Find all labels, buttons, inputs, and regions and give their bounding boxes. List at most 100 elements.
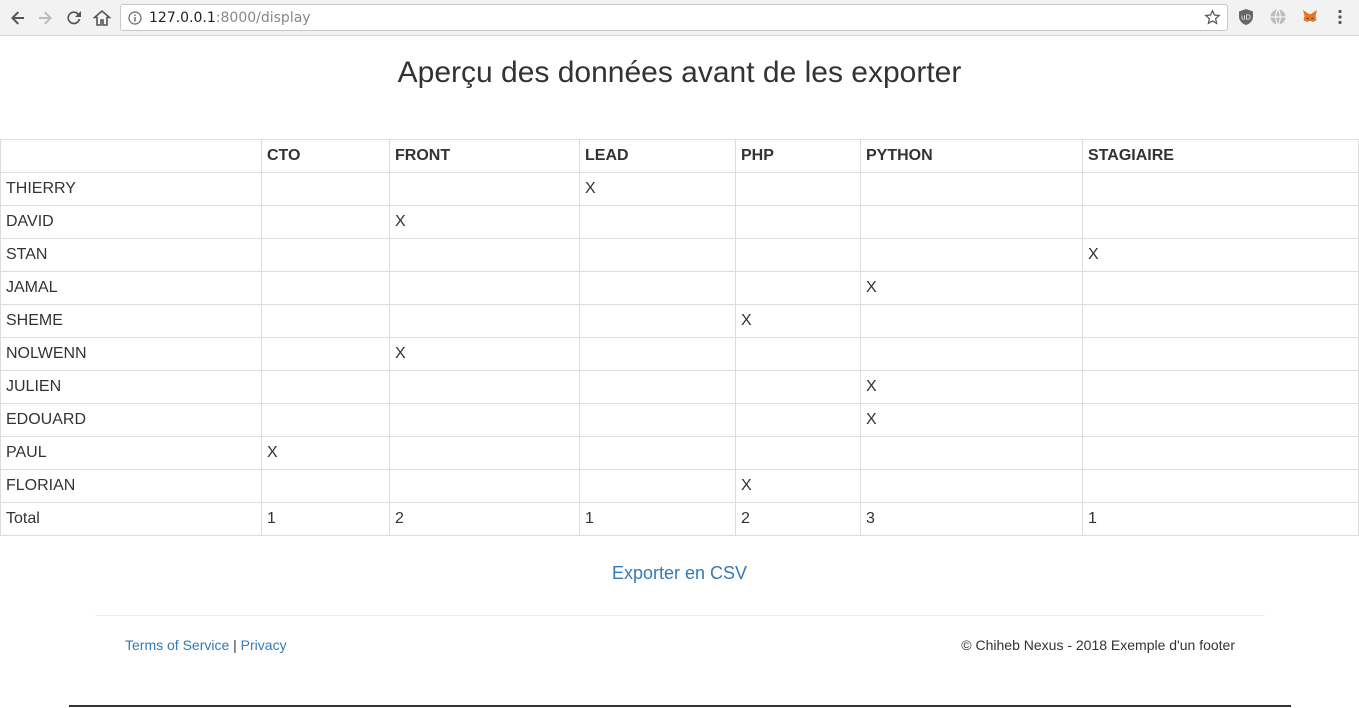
table-cell: X (735, 469, 861, 503)
footer-copyright: © Chiheb Nexus - 2018 Exemple d'un foote… (961, 637, 1235, 653)
table-row: SHEME X (0, 304, 1359, 338)
column-header-cto: CTO (261, 139, 390, 173)
table-cell: 2 (389, 502, 580, 536)
table-cell (735, 337, 861, 371)
table-cell: 2 (735, 502, 861, 536)
home-button[interactable] (88, 4, 116, 32)
data-table: CTO FRONT LEAD PHP PYTHON STAGIAIRE THIE… (0, 139, 1359, 536)
table-cell (261, 469, 390, 503)
table-cell: X (860, 271, 1083, 305)
table-cell (579, 337, 736, 371)
table-cell (389, 172, 580, 206)
forward-button[interactable] (31, 4, 59, 32)
export-csv-link[interactable]: Exporter en CSV (0, 563, 1359, 584)
url-path: :8000/display (215, 9, 311, 26)
table-cell (389, 271, 580, 305)
home-icon (93, 9, 111, 26)
table-cell: X (389, 205, 580, 239)
row-name-cell: THIERRY (0, 172, 262, 206)
column-header-stagiaire: STAGIAIRE (1082, 139, 1359, 173)
table-cell (735, 370, 861, 404)
table-cell (860, 238, 1083, 272)
ublock-extension-icon[interactable]: uD (1237, 8, 1255, 26)
table-cell (579, 304, 736, 338)
metamask-fox-icon[interactable] (1301, 8, 1319, 26)
table-cell (261, 337, 390, 371)
url-host: 127.0.0.1 (149, 9, 216, 26)
table-cell (860, 337, 1083, 371)
row-name-cell: NOLWENN (0, 337, 262, 371)
column-header-lead: LEAD (579, 139, 736, 173)
table-cell: X (579, 172, 736, 206)
table-cell (1082, 337, 1359, 371)
browser-toolbar: 127.0.0.1:8000/display uD (0, 0, 1359, 36)
back-arrow-icon (11, 11, 24, 25)
terms-of-service-link[interactable]: Terms of Service (125, 637, 229, 653)
table-cell (860, 172, 1083, 206)
column-header-front: FRONT (389, 139, 580, 173)
table-cell (1082, 205, 1359, 239)
table-cell (389, 403, 580, 437)
total-row: Total 1 2 1 2 3 1 (0, 502, 1359, 536)
table-cell (860, 304, 1083, 338)
table-cell (389, 304, 580, 338)
table-cell (1082, 370, 1359, 404)
table-row: JAMAL X (0, 271, 1359, 305)
table-cell (860, 469, 1083, 503)
table-cell (389, 370, 580, 404)
table-cell (735, 403, 861, 437)
table-cell (579, 238, 736, 272)
table-row: EDOUARD X (0, 403, 1359, 437)
globe-extension-icon[interactable] (1269, 8, 1287, 26)
row-name-cell: JULIEN (0, 370, 262, 404)
table-cell (579, 436, 736, 470)
svg-text:uD: uD (1241, 14, 1251, 22)
table-cell (1082, 271, 1359, 305)
table-cell (1082, 436, 1359, 470)
row-name-cell: Total (0, 502, 262, 536)
row-name-cell: EDOUARD (0, 403, 262, 437)
row-name-cell: PAUL (0, 436, 262, 470)
table-row: NOLWENN X (0, 337, 1359, 371)
back-button[interactable] (4, 4, 32, 32)
table-cell (579, 403, 736, 437)
table-cell (579, 469, 736, 503)
table-cell: X (389, 337, 580, 371)
address-bar[interactable]: 127.0.0.1:8000/display (120, 4, 1228, 31)
footer-separator: | (233, 637, 237, 653)
table-cell (579, 205, 736, 239)
table-header-row: CTO FRONT LEAD PHP PYTHON STAGIAIRE (0, 139, 1359, 173)
table-cell (735, 238, 861, 272)
table-cell (1082, 172, 1359, 206)
row-name-cell: DAVID (0, 205, 262, 239)
table-cell (261, 172, 390, 206)
table-cell (1082, 403, 1359, 437)
table-cell (1082, 469, 1359, 503)
footer-links: Terms of Service | Privacy (125, 637, 287, 653)
table-cell (579, 271, 736, 305)
table-cell: X (735, 304, 861, 338)
table-cell (735, 205, 861, 239)
table-cell (389, 238, 580, 272)
table-cell: 3 (860, 502, 1083, 536)
table-cell (860, 436, 1083, 470)
table-cell (389, 436, 580, 470)
table-cell: 1 (579, 502, 736, 536)
chrome-menu-icon[interactable] (1331, 8, 1349, 26)
table-cell (860, 205, 1083, 239)
privacy-link[interactable]: Privacy (241, 637, 287, 653)
table-row: PAUL X (0, 436, 1359, 470)
table-cell: X (261, 436, 390, 470)
table-cell (735, 172, 861, 206)
table-row: DAVID X (0, 205, 1359, 239)
row-name-cell: JAMAL (0, 271, 262, 305)
table-row: JULIEN X (0, 370, 1359, 404)
table-cell (735, 271, 861, 305)
column-header-python: PYTHON (860, 139, 1083, 173)
table-cell (261, 370, 390, 404)
info-icon[interactable] (128, 10, 142, 25)
table-cell (261, 271, 390, 305)
bookmark-star-icon[interactable] (1204, 9, 1221, 26)
forward-arrow-icon (39, 11, 52, 25)
reload-button[interactable] (60, 4, 88, 32)
